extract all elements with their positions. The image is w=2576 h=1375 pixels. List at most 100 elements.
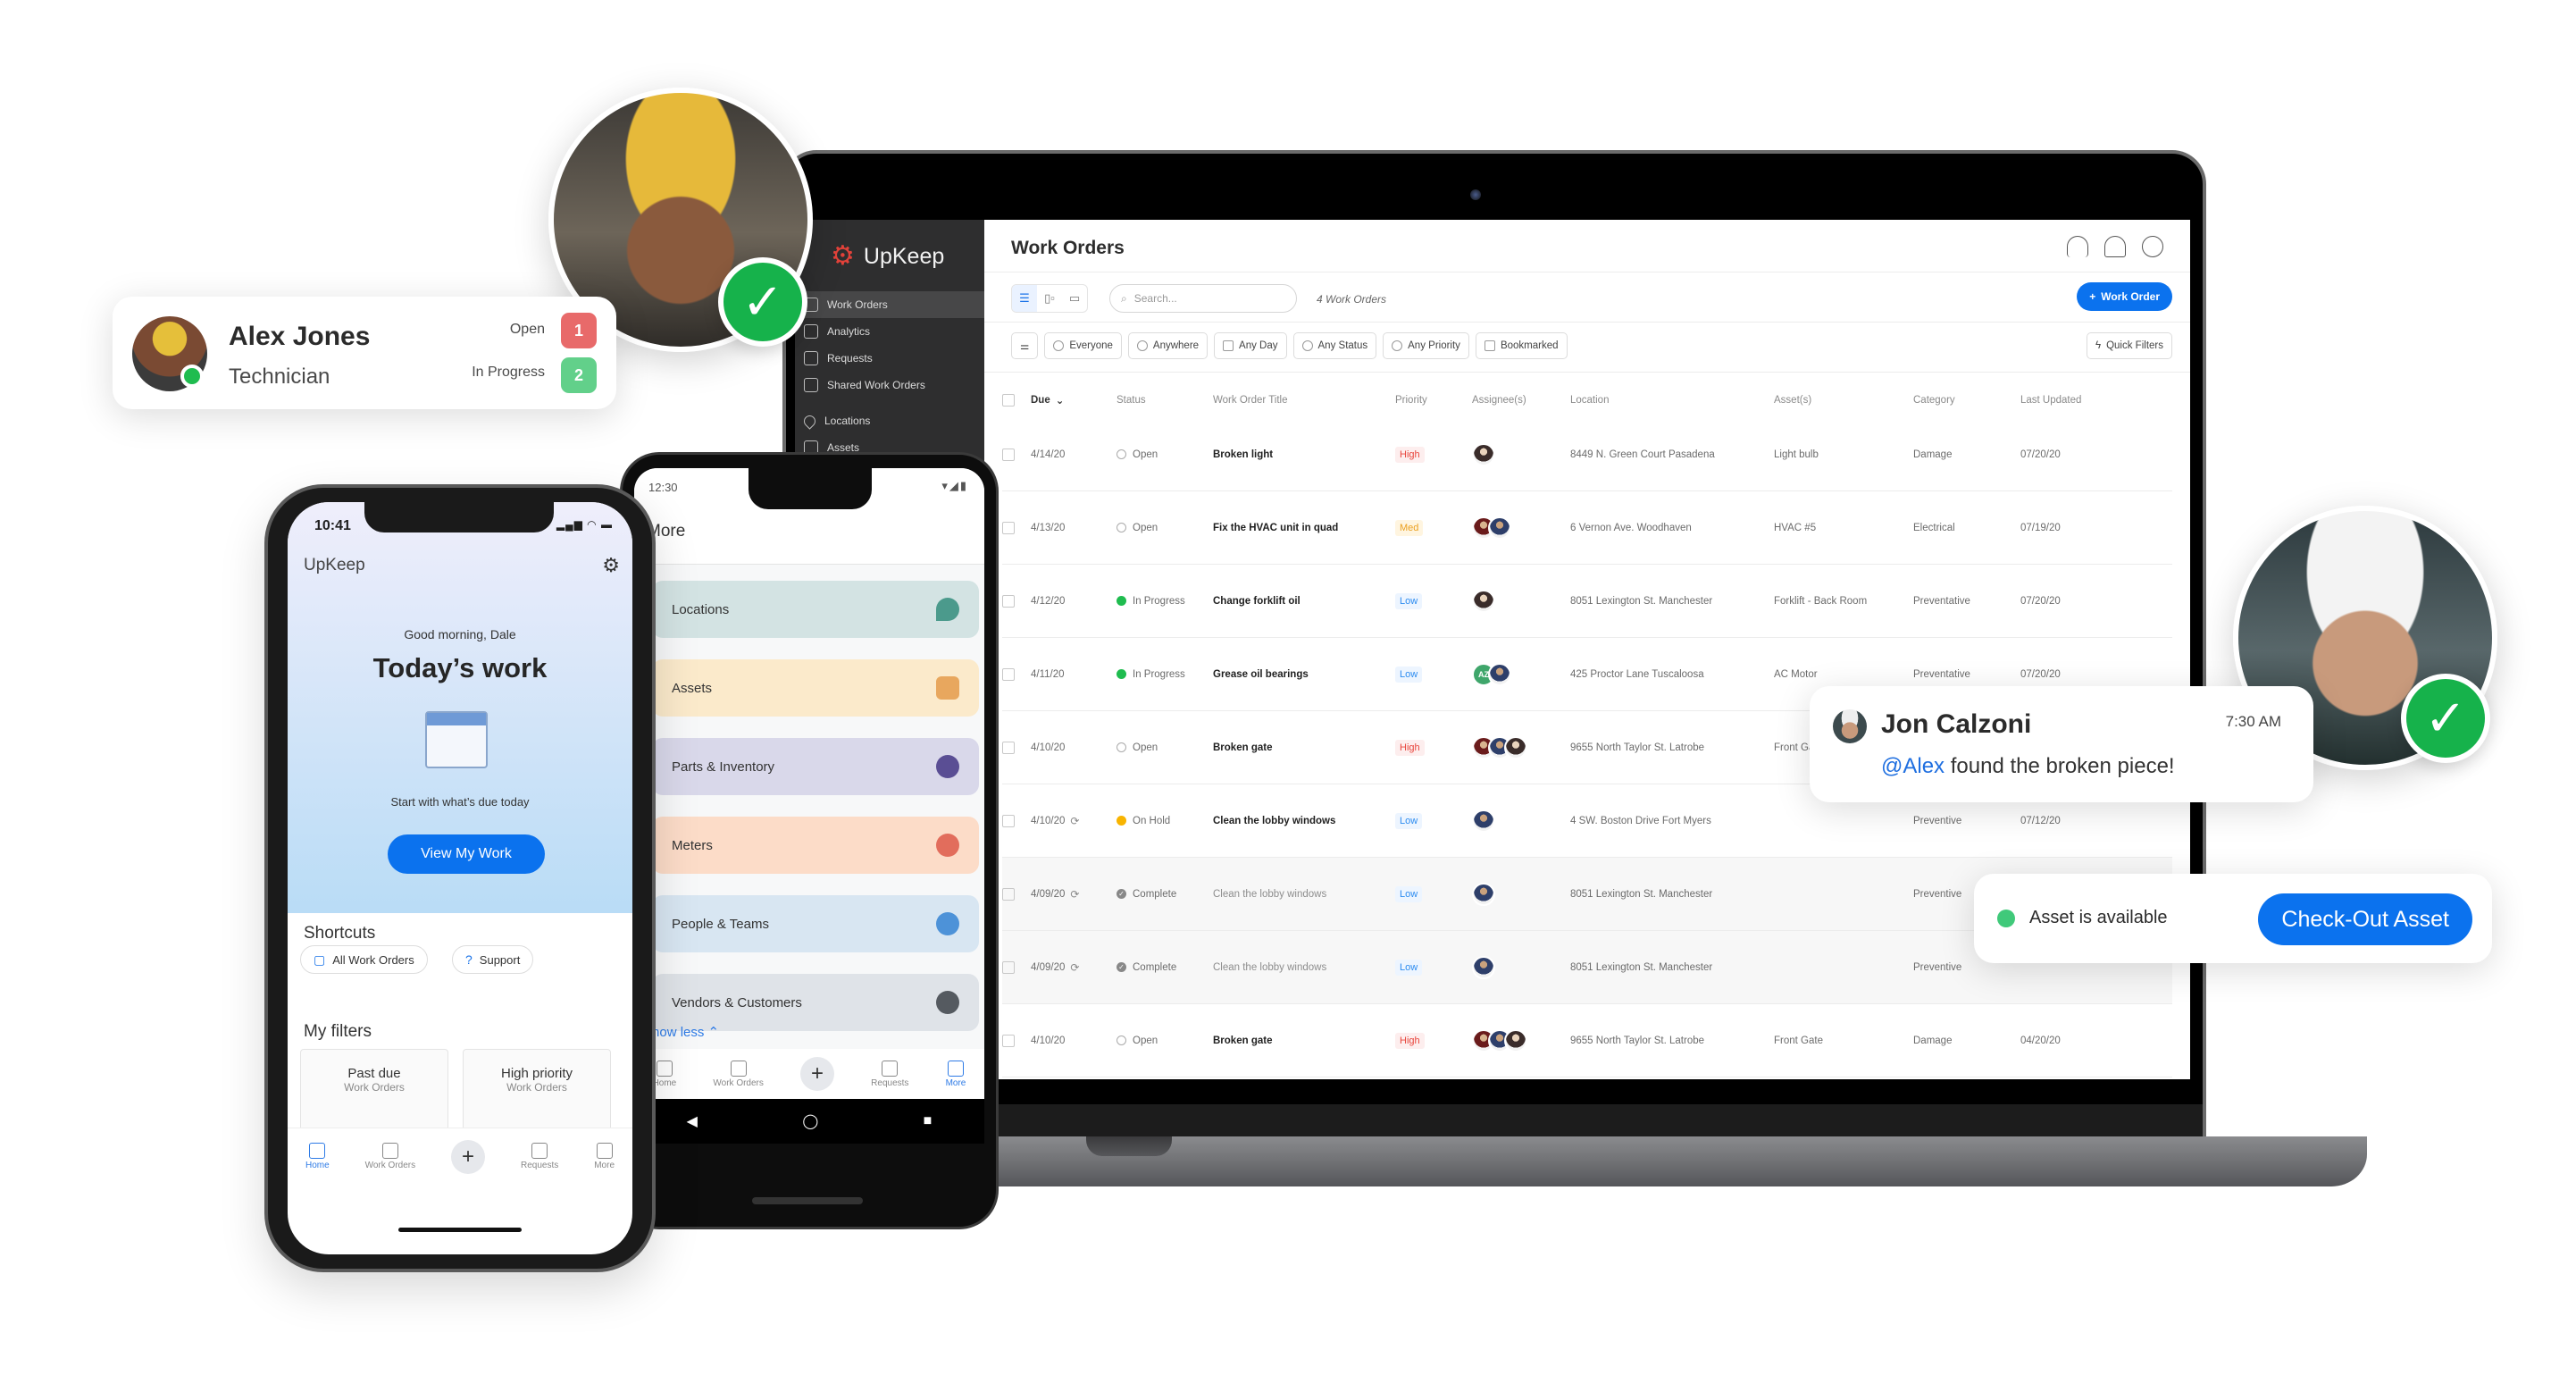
sidebar-item-shared-work-orders[interactable]: Shared Work Orders: [795, 372, 984, 398]
row-checkbox[interactable]: [1002, 887, 1015, 901]
sidebar-item-locations[interactable]: Locations: [795, 407, 984, 434]
check-icon: ✓: [718, 257, 807, 347]
filter-bookmarked[interactable]: Bookmarked: [1475, 332, 1568, 359]
home-circle-icon[interactable]: ◯: [802, 1112, 818, 1130]
sidebar-item-requests[interactable]: Requests: [795, 345, 984, 372]
assignee-avatar[interactable]: [1472, 955, 1495, 979]
assignee-avatar[interactable]: [1472, 442, 1495, 466]
asset: HVAC #5: [1774, 522, 1817, 533]
quick-filters-button[interactable]: ϟ Quick Filters: [2087, 332, 2172, 359]
category: Damage: [1913, 449, 1953, 460]
nav-more[interactable]: More: [946, 1060, 966, 1088]
add-button[interactable]: +: [800, 1057, 835, 1091]
more-item-assets[interactable]: Assets: [652, 659, 979, 717]
row-checkbox[interactable]: [1002, 814, 1015, 827]
work-order-title[interactable]: Broken gate: [1213, 742, 1395, 753]
nav-home[interactable]: Home: [653, 1060, 676, 1088]
row-checkbox[interactable]: [1002, 960, 1015, 974]
recents-icon[interactable]: ■: [924, 1113, 933, 1129]
shortcut-support[interactable]: ? Support: [452, 945, 534, 974]
view-my-work-button[interactable]: View My Work: [388, 834, 545, 874]
table-row[interactable]: 4/12/20 In Progress Change forklift oil Low…: [1002, 565, 2172, 638]
more-item-meters[interactable]: Meters: [652, 817, 979, 874]
filter-anywhere[interactable]: Anywhere: [1127, 332, 1209, 359]
nav-more[interactable]: More: [594, 1143, 615, 1170]
assignee-avatar[interactable]: [1504, 1028, 1527, 1052]
menu-icon: [596, 1143, 613, 1159]
column-header-category[interactable]: Category: [1913, 395, 2020, 406]
row-checkbox[interactable]: [1002, 594, 1015, 608]
filter-any-day[interactable]: Any Day: [1214, 332, 1287, 359]
work-order-title[interactable]: Fix the HVAC unit in quad: [1213, 523, 1395, 533]
nav-work-orders[interactable]: Work Orders: [365, 1143, 415, 1170]
work-order-title[interactable]: Change forklift oil: [1213, 596, 1395, 607]
column-header-location[interactable]: Location: [1570, 395, 1774, 406]
work-order-title[interactable]: Clean the lobby windows: [1213, 889, 1395, 900]
column-header-work-order-title[interactable]: Work Order Title: [1213, 395, 1395, 406]
assignee-avatar[interactable]: [1488, 662, 1511, 686]
filter-settings-button[interactable]: ⚌: [1011, 332, 1039, 359]
column-header-priority[interactable]: Priority: [1395, 395, 1472, 406]
work-order-title[interactable]: Clean the lobby windows: [1213, 962, 1395, 973]
sort-chevron-icon[interactable]: ⌄: [1056, 394, 1065, 407]
column-header-asset-s-[interactable]: Asset(s): [1774, 395, 1913, 406]
search-input[interactable]: ⌕ Search...: [1109, 284, 1297, 313]
more-item-parts-inventory[interactable]: Parts & Inventory: [652, 738, 979, 795]
nav-home[interactable]: Home: [305, 1143, 330, 1170]
work-order-title[interactable]: Grease oil bearings: [1213, 669, 1395, 680]
more-item-vendors-customers[interactable]: Vendors & Customers: [652, 974, 979, 1031]
nav-requests[interactable]: Requests: [521, 1143, 558, 1170]
assignee-avatar[interactable]: [1472, 589, 1495, 613]
column-header-due[interactable]: Due ⌄: [1031, 394, 1117, 407]
table-row[interactable]: 4/10/20 Open Broken gate High 9655 North Tay…: [1002, 1004, 2172, 1077]
calendar-view-icon[interactable]: ▭: [1062, 285, 1087, 312]
technician-card[interactable]: Alex Jones Technician Open 1 In Progress…: [113, 297, 616, 409]
row-checkbox[interactable]: [1002, 521, 1015, 534]
more-item-people-teams[interactable]: People & Teams: [652, 895, 979, 952]
add-work-order-button[interactable]: + Work Order: [2077, 282, 2172, 311]
sidebar-item-analytics[interactable]: Analytics: [795, 318, 984, 345]
assignee-avatar[interactable]: [1504, 735, 1527, 759]
add-button[interactable]: +: [451, 1139, 486, 1174]
column-header-assignee-s-[interactable]: Assignee(s): [1472, 395, 1570, 406]
back-icon[interactable]: ◀: [687, 1112, 698, 1130]
status-label: Open: [1133, 449, 1158, 460]
row-checkbox[interactable]: [1002, 741, 1015, 754]
column-header-status[interactable]: Status: [1117, 395, 1213, 406]
column-header-last-updated[interactable]: Last Updated: [2020, 395, 2119, 406]
work-order-title[interactable]: Broken light: [1213, 449, 1395, 460]
board-view-icon[interactable]: ▯▫: [1037, 285, 1062, 312]
assignee-avatar[interactable]: [1488, 516, 1511, 540]
status-open-icon: [1117, 742, 1126, 752]
filter-any-status[interactable]: Any Status: [1292, 332, 1377, 359]
filter-any-priority[interactable]: Any Priority: [1383, 332, 1469, 359]
row-checkbox[interactable]: [1002, 667, 1015, 681]
chat-notification-card[interactable]: Jon Calzoni 7:30 AM @Alex found the brok…: [1810, 686, 2313, 802]
assignee-avatar[interactable]: [1472, 809, 1495, 833]
work-order-title[interactable]: Clean the lobby windows: [1213, 816, 1395, 826]
work-order-title[interactable]: Broken gate: [1213, 1035, 1395, 1046]
bell-icon[interactable]: [2104, 236, 2126, 257]
settings-gear-icon[interactable]: ⚙: [602, 554, 620, 577]
row-checkbox[interactable]: [1002, 1034, 1015, 1047]
check-icon: ✓: [2401, 674, 2490, 763]
sidebar-item-work-orders[interactable]: Work Orders: [795, 291, 984, 318]
mention-link[interactable]: @Alex: [1881, 754, 1945, 778]
table-row[interactable]: 4/13/20 Open Fix the HVAC unit in quad Med 6…: [1002, 491, 2172, 565]
list-view-icon[interactable]: ☰: [1012, 285, 1037, 312]
more-item-locations[interactable]: Locations: [652, 581, 979, 638]
user-circle-icon[interactable]: [2142, 236, 2163, 257]
assignee-avatar[interactable]: [1472, 882, 1495, 906]
priority: High: [1395, 1032, 1472, 1049]
select-all-checkbox[interactable]: [1002, 394, 1015, 407]
status-label: In Progress: [1133, 595, 1185, 607]
table-row[interactable]: 4/14/20 Open Broken light High 8449 N. Green…: [1002, 418, 2172, 491]
nav-requests[interactable]: Requests: [871, 1060, 908, 1088]
check-out-asset-button[interactable]: Check-Out Asset: [2258, 893, 2472, 945]
row-checkbox[interactable]: [1002, 448, 1015, 461]
shortcut-all-work-orders[interactable]: ▢ All Work Orders: [300, 945, 428, 974]
nav-work-orders[interactable]: Work Orders: [713, 1060, 764, 1088]
app-logo[interactable]: ⚙ UpKeep: [831, 243, 944, 270]
filter-everyone[interactable]: Everyone: [1044, 332, 1122, 359]
headset-icon[interactable]: [2067, 236, 2088, 257]
